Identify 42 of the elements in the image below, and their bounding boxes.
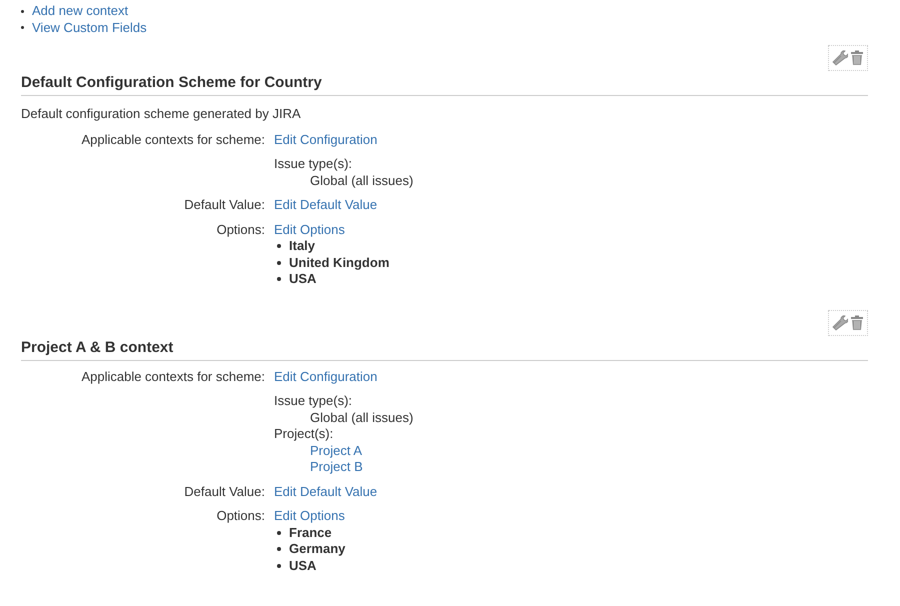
project-link[interactable]: Project B bbox=[310, 459, 363, 474]
bullet-icon bbox=[21, 26, 24, 30]
bullet-icon bbox=[277, 244, 281, 248]
field-label: Options: bbox=[216, 508, 265, 523]
field-label: Applicable contexts for scheme: bbox=[81, 132, 265, 146]
field-label: Applicable contexts for scheme: bbox=[81, 368, 265, 384]
option-text: France bbox=[289, 524, 332, 541]
option-text: USA bbox=[289, 558, 316, 574]
section-heading: Default Configuration Scheme for Country bbox=[21, 71, 868, 96]
sub-label: Project(s): bbox=[274, 426, 334, 442]
section-heading: Project A & B context bbox=[21, 336, 868, 360]
sub-label: Issue type(s): bbox=[274, 156, 354, 172]
edit-link[interactable]: Edit Options bbox=[274, 222, 345, 236]
value-text: Global (all issues) bbox=[310, 172, 414, 188]
edit-link[interactable]: Edit Configuration bbox=[274, 132, 378, 146]
option-text: USA bbox=[289, 271, 316, 288]
option-text: Germany bbox=[289, 541, 346, 558]
edit-icon[interactable] bbox=[832, 314, 848, 330]
delete-icon[interactable] bbox=[850, 314, 864, 330]
nav-link[interactable]: Add new context bbox=[32, 3, 128, 20]
nav-link[interactable]: View Custom Fields bbox=[32, 20, 147, 36]
field-label: Default Value: bbox=[184, 197, 265, 212]
option-text: United Kingdom bbox=[289, 254, 390, 271]
bullet-icon bbox=[21, 10, 24, 13]
value-text: Global (all issues) bbox=[310, 410, 414, 424]
edit-link[interactable]: Edit Options bbox=[274, 508, 345, 523]
delete-icon[interactable] bbox=[850, 50, 864, 66]
sub-label: Issue type(s): bbox=[274, 393, 354, 410]
bullet-icon bbox=[277, 530, 281, 535]
edit-link[interactable]: Edit Default Value bbox=[274, 197, 378, 212]
bullet-icon bbox=[277, 260, 281, 265]
edit-link[interactable]: Edit Default Value bbox=[274, 484, 378, 498]
project-link[interactable]: Project A bbox=[310, 442, 362, 458]
edit-link[interactable]: Edit Configuration bbox=[274, 368, 378, 384]
bullet-icon bbox=[277, 564, 281, 568]
field-label: Default Value: bbox=[184, 484, 265, 498]
bullet-icon bbox=[277, 277, 281, 282]
edit-icon[interactable] bbox=[832, 50, 848, 66]
bullet-icon bbox=[277, 547, 281, 552]
description-text: Default configuration scheme generated by JIRA bbox=[21, 105, 302, 123]
option-text: Italy bbox=[289, 238, 316, 254]
field-label: Options: bbox=[216, 222, 265, 236]
